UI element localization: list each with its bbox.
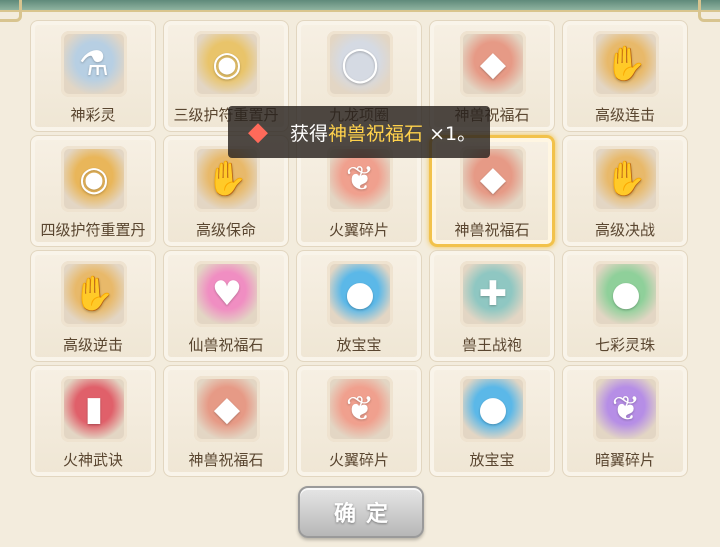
- reward-item-name: 兽王战袍: [461, 336, 522, 354]
- frame-corner-ornament: [698, 0, 720, 22]
- magic-potion-icon: ⚗: [61, 31, 127, 97]
- reward-item-name: 火翼碎片: [328, 451, 389, 469]
- reward-item-slot[interactable]: ▮ 火神武诀: [30, 365, 156, 477]
- red-gem-icon: ◆: [460, 31, 526, 97]
- reward-item-name: 神兽祝福石: [454, 221, 530, 239]
- reward-item-slot[interactable]: ✋ 高级决战: [562, 135, 688, 247]
- paw-scroll-icon: ✋: [593, 146, 659, 212]
- reward-item-slot[interactable]: ❦ 火翼碎片: [296, 365, 422, 477]
- confirm-button-label: 确定: [333, 502, 398, 527]
- blue-bird-avatar-icon: ●: [460, 376, 526, 442]
- reward-item-slot[interactable]: ⚗ 神彩灵: [30, 20, 156, 132]
- obtained-item-toast: ◆ 获得神兽祝福石 ×1。: [228, 106, 490, 158]
- reward-item-name: 七彩灵珠: [594, 336, 655, 354]
- red-gem-icon: ◆: [248, 117, 268, 147]
- reward-item-name: 放宝宝: [336, 336, 382, 354]
- reward-item-name: 放宝宝: [469, 451, 515, 469]
- reward-item-slot[interactable]: ❦ 暗翼碎片: [562, 365, 688, 477]
- reward-item-slot[interactable]: ♥ 仙兽祝福石: [163, 250, 289, 362]
- rainbow-orb-icon: ●: [593, 261, 659, 327]
- reward-item-name: 高级连击: [594, 106, 655, 124]
- reward-item-name: 高级决战: [594, 221, 655, 239]
- toast-quantity: ×1。: [423, 122, 477, 145]
- reward-item-name: 神彩灵: [70, 106, 116, 124]
- reward-item-slot[interactable]: ● 放宝宝: [429, 365, 555, 477]
- pink-heart-gem-icon: ♥: [194, 261, 260, 327]
- toast-prefix: 获得: [290, 122, 329, 145]
- reward-item-slot[interactable]: ✋ 高级逆击: [30, 250, 156, 362]
- red-gem-icon: ◆: [194, 376, 260, 442]
- toast-item-name: 神兽祝福石: [328, 122, 424, 145]
- battle-robe-icon: ✚: [460, 261, 526, 327]
- confirm-button[interactable]: 确定: [298, 486, 424, 538]
- reward-item-name: 火神武诀: [62, 451, 123, 469]
- purple-feather-icon: ❦: [593, 376, 659, 442]
- reward-item-name: 火翼碎片: [328, 221, 389, 239]
- frame-corner-ornament: [0, 0, 22, 22]
- golden-amulet-icon: ◉: [61, 146, 127, 212]
- window-top-border: [0, 0, 720, 12]
- paw-scroll-icon: ✋: [593, 31, 659, 97]
- reward-item-name: 四级护符重置丹: [40, 221, 146, 239]
- red-feather-icon: ❦: [327, 376, 393, 442]
- reward-item-name: 仙兽祝福石: [188, 336, 264, 354]
- golden-amulet-icon: ◉: [194, 31, 260, 97]
- reward-item-grid: ⚗神彩灵◉三级护符重置丹◯九龙项圈◆神兽祝福石✋高级连击◉四级护符重置丹✋高级保…: [30, 20, 688, 477]
- paw-scroll-icon: ✋: [61, 261, 127, 327]
- reward-item-slot[interactable]: ✋ 高级连击: [562, 20, 688, 132]
- reward-item-slot[interactable]: ◉ 四级护符重置丹: [30, 135, 156, 247]
- blue-bird-avatar-icon: ●: [327, 261, 393, 327]
- reward-item-slot[interactable]: ● 七彩灵珠: [562, 250, 688, 362]
- toast-text: 获得神兽祝福石 ×1。: [290, 119, 476, 146]
- reward-item-slot[interactable]: ✚ 兽王战袍: [429, 250, 555, 362]
- red-book-icon: ▮: [61, 376, 127, 442]
- reward-item-name: 高级保命: [195, 221, 256, 239]
- silver-collar-icon: ◯: [327, 31, 393, 97]
- reward-item-slot[interactable]: ● 放宝宝: [296, 250, 422, 362]
- reward-item-name: 高级逆击: [62, 336, 123, 354]
- reward-item-name: 暗翼碎片: [594, 451, 655, 469]
- reward-item-slot[interactable]: ◆ 神兽祝福石: [163, 365, 289, 477]
- reward-item-name: 神兽祝福石: [188, 451, 264, 469]
